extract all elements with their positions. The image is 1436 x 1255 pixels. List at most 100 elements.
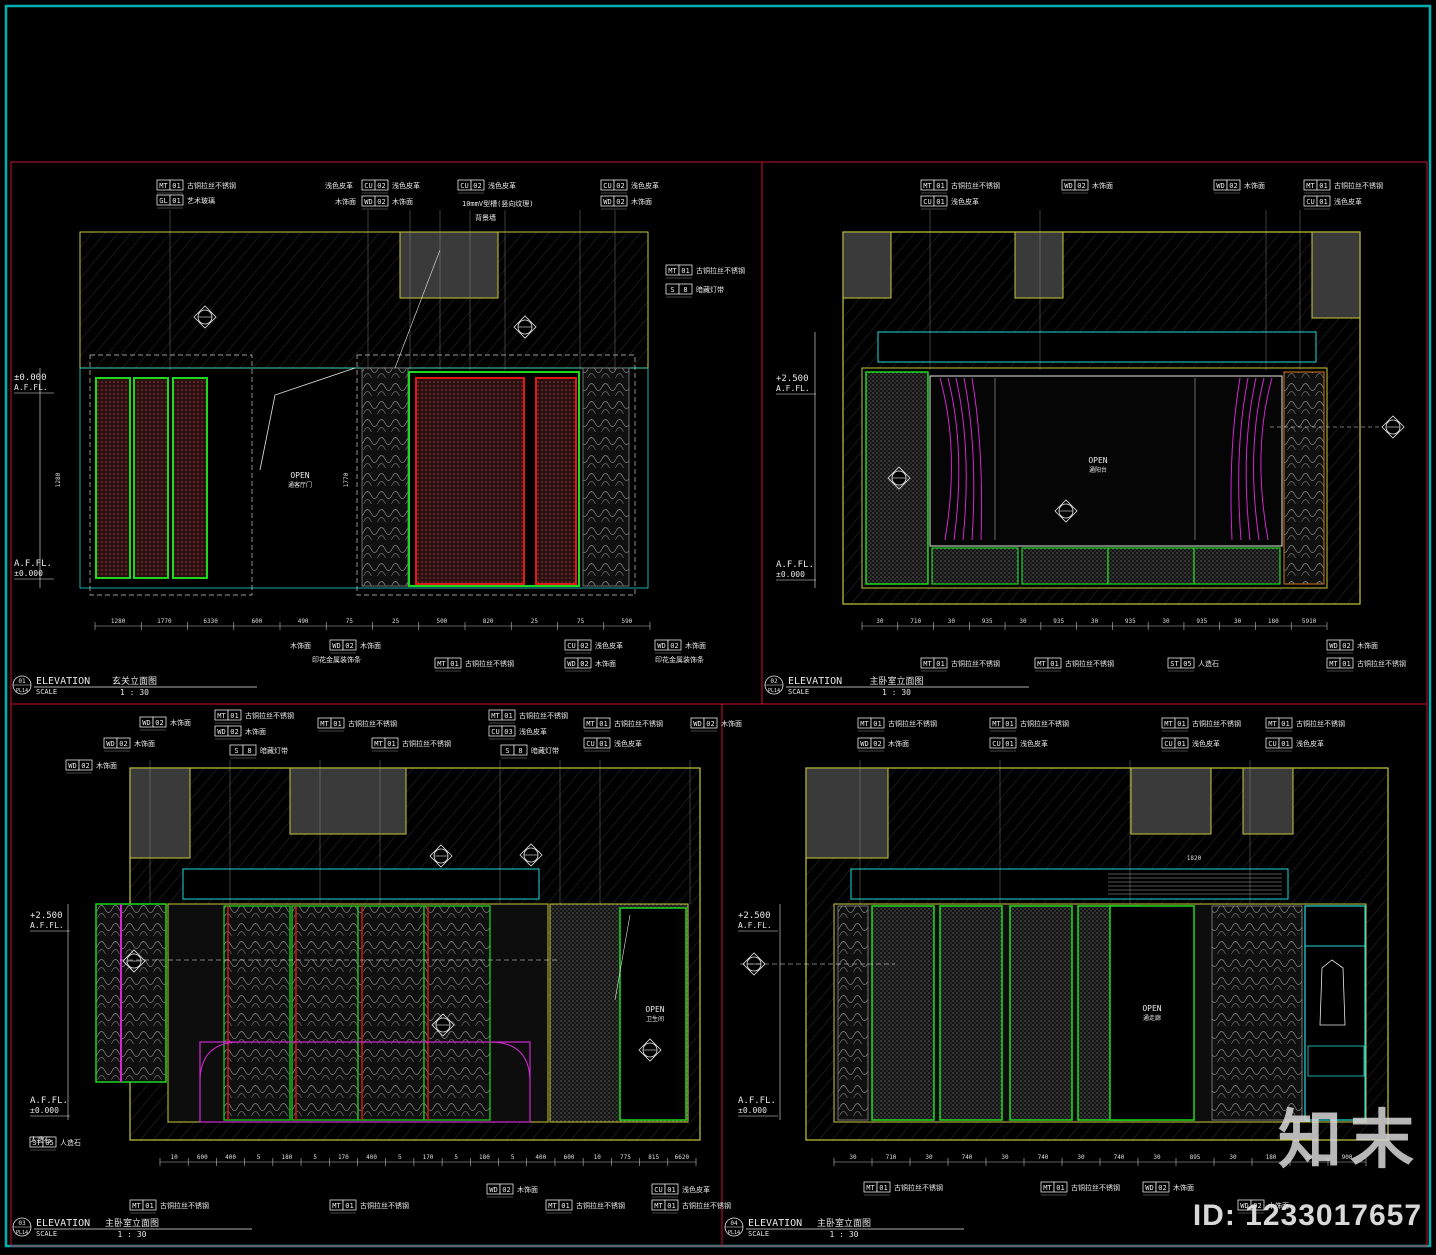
note-text: 印花金属装饰条: [312, 655, 361, 664]
tag-text: 古铜拉丝不锈钢: [1065, 659, 1114, 668]
note-text: 背景墙: [475, 213, 496, 222]
tag-code: MT: [992, 720, 1001, 728]
level-value: +2.500: [30, 911, 63, 921]
panel-title: 玄关立面图: [112, 675, 157, 687]
level-reference: A.F.FL.: [776, 384, 810, 393]
tag-num: 02: [706, 720, 714, 728]
tag-text: 木饰面: [631, 197, 652, 206]
dimension-value: 5: [398, 1154, 402, 1161]
tag-text: 暗藏灯带: [260, 746, 288, 755]
tag-code: MT: [1329, 660, 1338, 668]
tag-num: 02: [873, 740, 881, 748]
tag-code: MT: [668, 267, 677, 275]
tag-text: 古铜拉丝不锈钢: [576, 1201, 625, 1210]
panel-scale-label: SCALE: [748, 1230, 769, 1238]
tag-text: 古铜拉丝不锈钢: [519, 711, 568, 720]
tag-num: 01: [936, 198, 944, 206]
dimension-value: 170: [338, 1154, 349, 1161]
dimension-value: 30: [1077, 1154, 1085, 1161]
panel-number: 04: [730, 1220, 738, 1227]
tag-num: 01: [333, 720, 341, 728]
tag-text: 木饰面: [721, 719, 742, 728]
open-label: OPEN: [645, 1005, 664, 1014]
panel-scale: 1 : 30: [120, 688, 149, 697]
dimension-value: 30: [849, 1154, 857, 1161]
tag-num: 01: [1281, 720, 1289, 728]
headboard-panel-2: [291, 905, 359, 1121]
entrance-door: [1109, 905, 1195, 1121]
dimension-value: 30: [1091, 618, 1099, 625]
tag-num: 01: [599, 740, 607, 748]
tag-text: 古铜拉丝不锈钢: [1357, 659, 1406, 668]
tag-text: 木饰面: [595, 659, 616, 668]
dimension-value: 25: [531, 618, 539, 625]
dimension-value: 935: [1125, 618, 1136, 625]
headboard-panel-3: [357, 905, 425, 1121]
wave-panel-left: [837, 905, 869, 1121]
elevation-drawing-canvas: 1280 1770OPEN通客厅门±0.000A.F.FL.A.F.FL.±0.0…: [4, 4, 1432, 1248]
tag-text: 古铜拉丝不锈钢: [245, 711, 294, 720]
tag-text: 木饰面: [245, 727, 266, 736]
tag-code: MT: [654, 1202, 663, 1210]
dimension-value: 5: [313, 1154, 317, 1161]
tag-num: 8: [518, 747, 522, 755]
dimension-value: 600: [197, 1154, 208, 1161]
dimension-value: 740: [1114, 1154, 1125, 1161]
tag-text: 古铜拉丝不锈钢: [951, 659, 1000, 668]
tag-text: 古铜拉丝不锈钢: [682, 1201, 731, 1210]
tag-code: WD: [489, 1186, 497, 1194]
tag-code: MT: [374, 740, 383, 748]
dimension-value: 170: [423, 1154, 434, 1161]
tag-num: 02: [502, 1186, 510, 1194]
panel-title: 主卧室立面图: [817, 1217, 871, 1229]
dimension-value: 590: [621, 618, 632, 625]
tag-num: 01: [879, 1184, 887, 1192]
tag-num: 01: [1281, 740, 1289, 748]
tag-code: ST: [1170, 660, 1179, 668]
tag-text: 木饰面: [1173, 1183, 1194, 1192]
tag-code: S: [505, 747, 509, 755]
ceiling-recess: [289, 767, 407, 835]
panel-scale-label: SCALE: [788, 688, 809, 696]
tag-code: MT: [320, 720, 329, 728]
note-text: 印花金属装饰条: [655, 655, 704, 664]
side-panel-right: [1283, 371, 1325, 585]
tag-code: WD: [1329, 642, 1337, 650]
tag-text: 古铜拉丝不锈钢: [465, 659, 514, 668]
level-reference: ±0.000: [14, 569, 43, 578]
panel-elevation-label: ELEVATION: [36, 1218, 90, 1229]
note-text: 浅色皮革: [325, 181, 353, 190]
panel-scale: 1 : 30: [118, 1230, 147, 1239]
dimension-value: 30: [1019, 618, 1027, 625]
tag-num: 02: [155, 719, 163, 727]
tag-code: CU: [364, 182, 372, 190]
tag-text: 浅色皮革: [1020, 739, 1048, 748]
tag-code: MT: [1164, 720, 1173, 728]
tag-text: 浅色皮革: [488, 181, 516, 190]
tag-code: WD: [106, 740, 114, 748]
dimension-value: 935: [1053, 618, 1064, 625]
tag-text: 古铜拉丝不锈钢: [888, 719, 937, 728]
dimension-value: 30: [1153, 1154, 1161, 1161]
tag-text: 浅色皮革: [1334, 197, 1362, 206]
dimension-value: 500: [436, 618, 447, 625]
height-dim: 1280: [55, 472, 62, 487]
dimension-value: 1770: [157, 618, 172, 625]
level-value: +2.500: [738, 911, 771, 921]
panel-elevation-label: ELEVATION: [748, 1218, 802, 1229]
level-reference: ±0.000: [30, 1106, 59, 1115]
panel-elevation-label: ELEVATION: [36, 676, 90, 687]
dimension-value: 5910: [1302, 618, 1317, 625]
panel-title: 主卧室立面图: [105, 1217, 159, 1229]
ceiling-block-right: [1311, 231, 1361, 319]
open-sub: 通客厅门: [288, 481, 312, 489]
tag-num: 05: [1183, 660, 1191, 668]
tag-num: 02: [1229, 182, 1237, 190]
tag-code: S: [234, 747, 238, 755]
tag-code: CU: [1268, 740, 1276, 748]
cad-drawing-sheet: 1280 1770 OPEN 通客厅门 ±0.000 A.F.FL. A.F.FL. ±0.0…: [0, 0, 1436, 1251]
dimension-value: 180: [479, 1154, 490, 1161]
dimension-value: 10: [170, 1154, 178, 1161]
tag-code: MT: [491, 712, 500, 720]
tag-num: 01: [1177, 720, 1185, 728]
